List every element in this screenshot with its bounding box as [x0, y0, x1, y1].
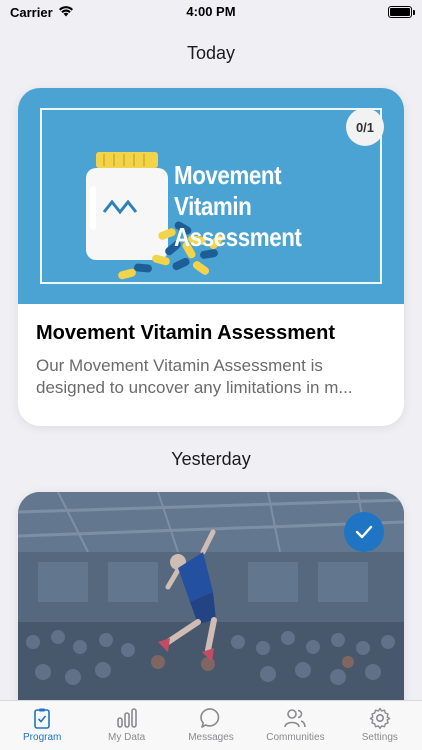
tab-label: Program: [23, 732, 62, 743]
tab-label: Communities: [266, 732, 325, 743]
program-card-yesterday[interactable]: [18, 492, 404, 712]
status-left: Carrier: [10, 5, 74, 20]
clipboard-check-icon: [34, 708, 51, 729]
status-bar: Carrier 4:00 PM: [0, 0, 422, 24]
chat-bubble-icon: [200, 708, 220, 728]
gear-icon: [369, 707, 391, 730]
bar-chart-icon: [116, 708, 137, 728]
progress-badge: 0/1: [346, 108, 384, 146]
carrier-label: Carrier: [10, 4, 53, 20]
card-description: Our Movement Vitamin Assessment is desig…: [36, 356, 353, 397]
card-hero-image: Movement Vitamin Assessment 0/1: [18, 88, 404, 304]
program-card-today[interactable]: Movement Vitamin Assessment 0/1 Movement…: [18, 88, 404, 426]
volleyball-hero-image: [18, 492, 404, 712]
tab-my-data[interactable]: My Data: [84, 701, 168, 750]
wifi-icon: [58, 5, 74, 20]
hero-title: Movement Vitamin Assessment: [174, 160, 302, 252]
tab-communities[interactable]: Communities: [253, 701, 337, 750]
tab-messages[interactable]: Messages: [169, 701, 253, 750]
tab-bar: Program My Data Messages Communities Set…: [0, 700, 422, 750]
tab-label: My Data: [107, 732, 146, 743]
section-title-today: Today: [186, 43, 236, 63]
card-body: Movement Vitamin Assessment Our Movement…: [18, 304, 404, 399]
checkmark-icon: [355, 525, 373, 539]
section-title-yesterday: Yesterday: [171, 449, 251, 469]
people-icon: [284, 709, 307, 728]
battery-icon: [388, 6, 415, 18]
tab-settings[interactable]: Settings: [338, 701, 422, 750]
tab-label: Messages: [188, 732, 234, 743]
card-title: Movement Vitamin Assessment: [36, 322, 335, 344]
tab-program[interactable]: Program: [0, 701, 84, 750]
tab-label: Settings: [361, 732, 398, 743]
completed-check-badge: [344, 512, 384, 552]
